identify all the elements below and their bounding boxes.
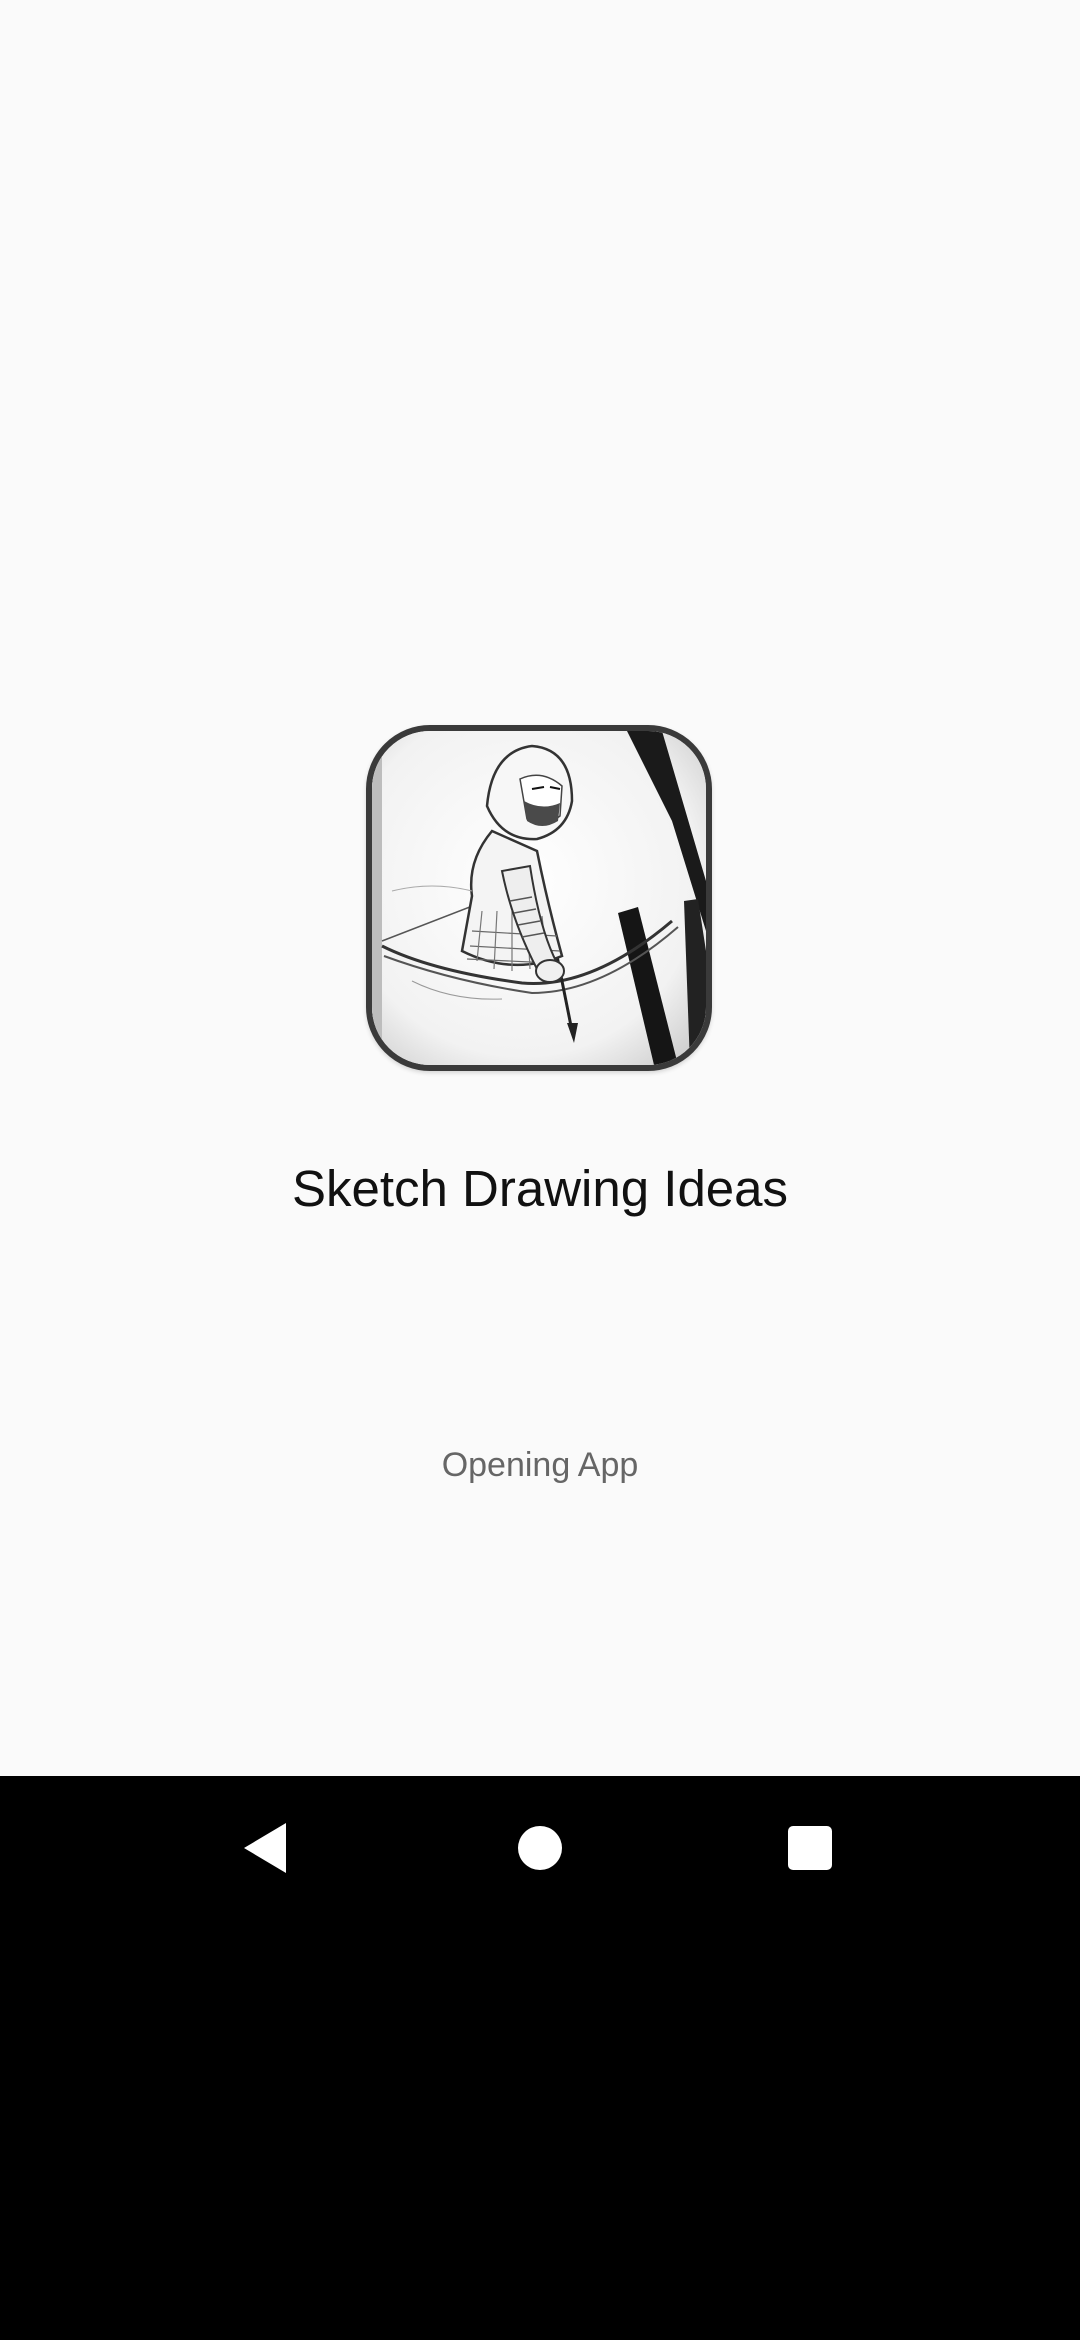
app-title: Sketch Drawing Ideas: [291, 1160, 789, 1217]
system-navigation-bar: [0, 1776, 1080, 1920]
app-icon: [366, 725, 712, 1071]
loading-status: Opening App: [441, 1446, 639, 1484]
home-icon: [518, 1826, 562, 1870]
recents-button[interactable]: [762, 1800, 858, 1896]
recents-icon: [788, 1826, 832, 1870]
back-button[interactable]: [220, 1800, 316, 1896]
sketch-archer-icon: [372, 731, 706, 1065]
home-button[interactable]: [492, 1800, 588, 1896]
back-icon: [244, 1823, 286, 1873]
splash-screen: Sketch Drawing Ideas Opening App: [0, 0, 1080, 1776]
